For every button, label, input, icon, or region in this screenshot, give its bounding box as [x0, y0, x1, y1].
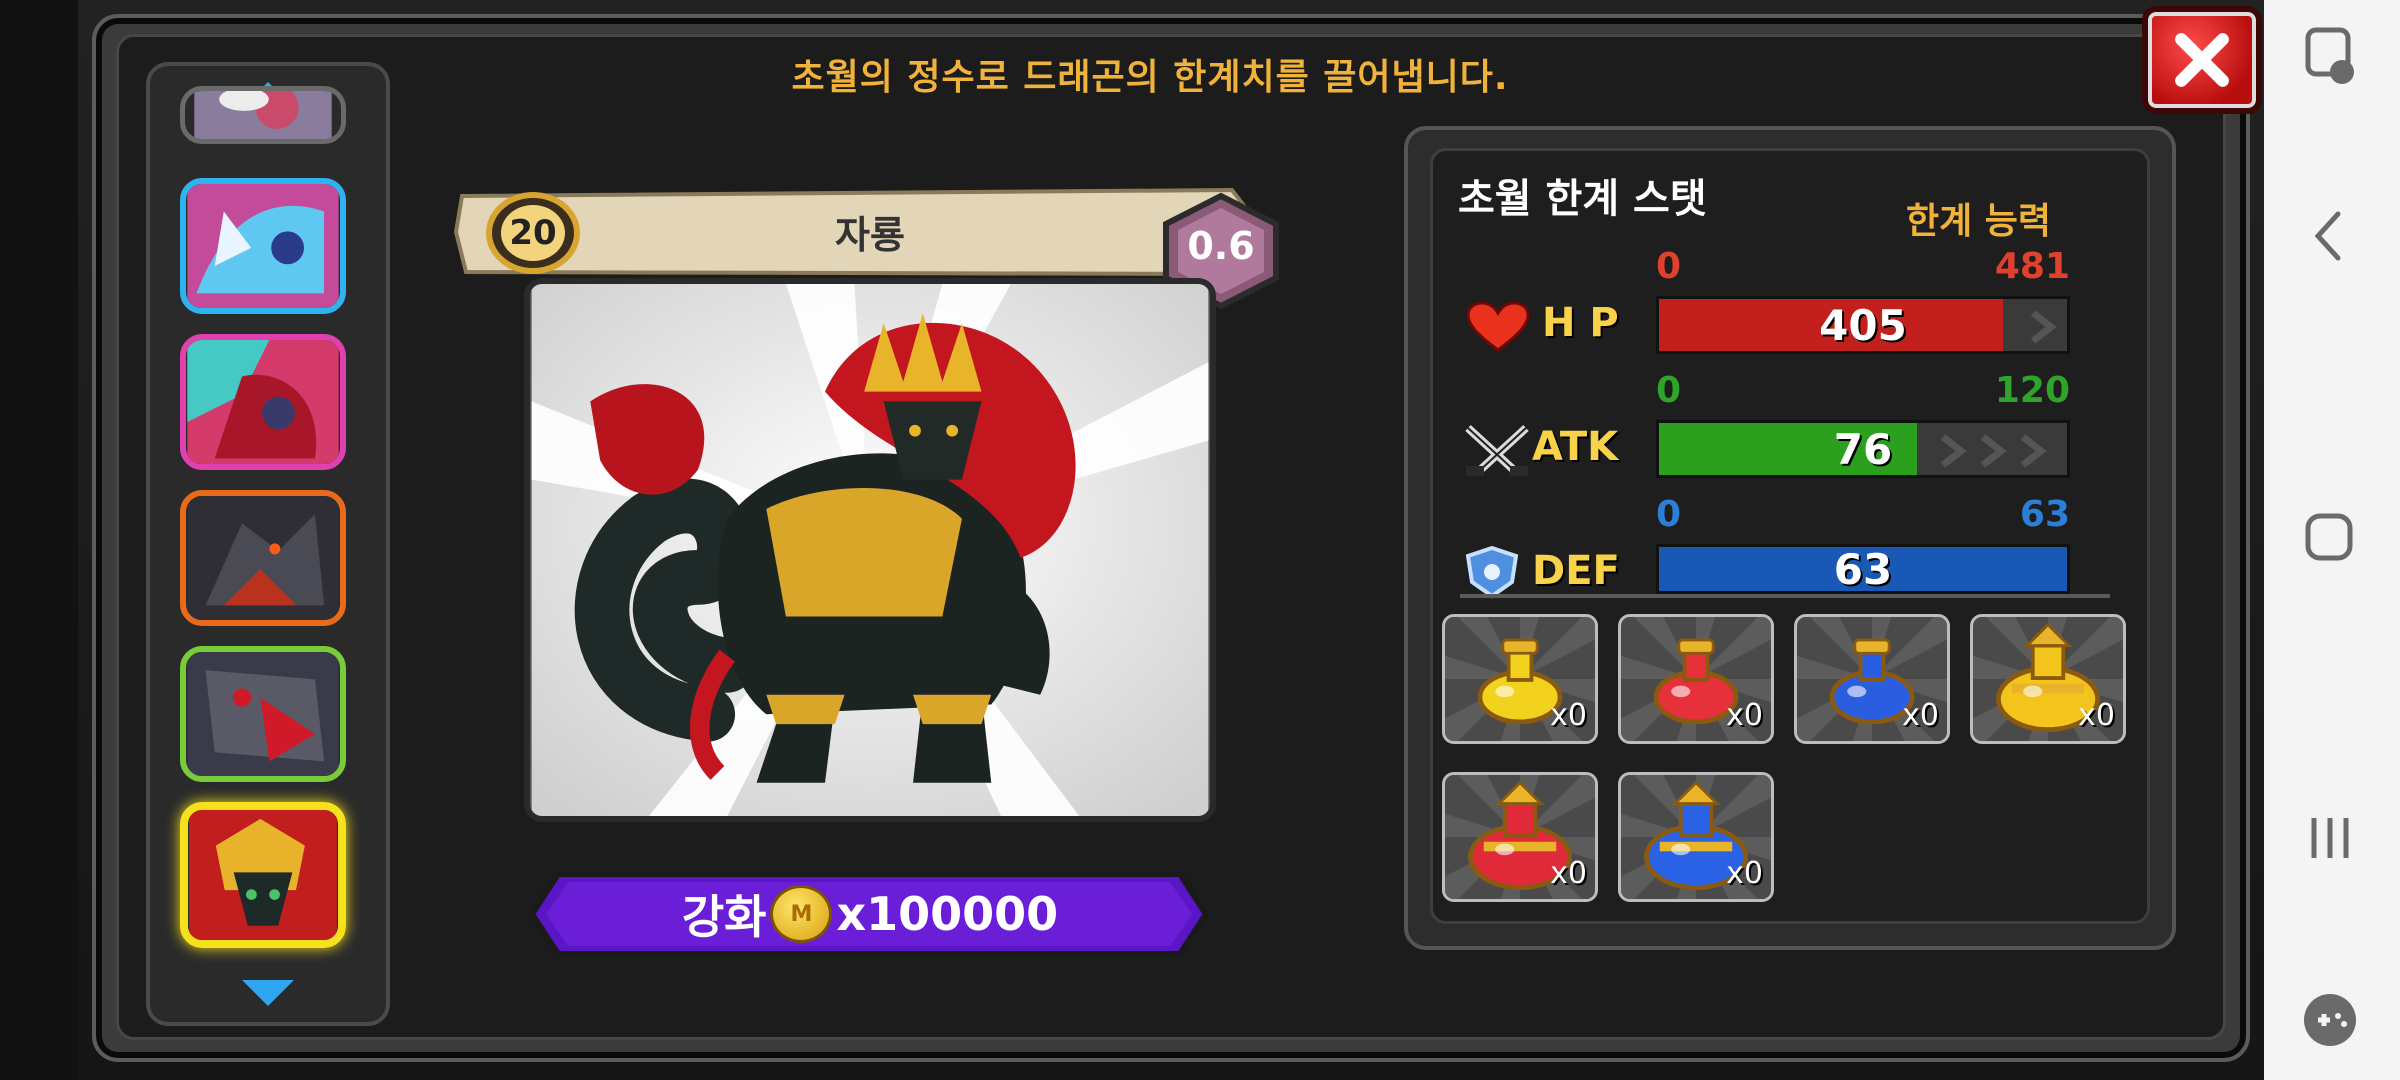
back-icon[interactable] — [2314, 211, 2341, 261]
upgrade-cost: x100000 — [836, 887, 1059, 941]
stat-bar-def: 63 — [1656, 544, 2070, 594]
stat-value-def: 63 — [1833, 544, 1893, 594]
item-count: x0 — [1902, 698, 1939, 733]
stat-label-def: DEF — [1532, 548, 1620, 594]
dragon-thumb-selected[interactable] — [180, 802, 346, 948]
dragon-portrait — [524, 278, 1216, 822]
scroll-down-arrow-icon[interactable] — [240, 978, 296, 1008]
stat-max-atk: 120 — [1994, 370, 2070, 411]
recent-apps-icon[interactable] — [2311, 818, 2349, 858]
stat-label-hp: H P — [1542, 300, 1619, 346]
stat-value-atk: 76 — [1833, 424, 1893, 474]
item-count: x0 — [1550, 698, 1587, 733]
stat-min-def: 0 — [1656, 494, 1682, 535]
stat-max-hp: 481 — [1994, 246, 2070, 287]
home-icon[interactable] — [2305, 513, 2353, 561]
stat-bar-atk: 76 — [1656, 420, 2070, 478]
system-nav-icons — [2304, 27, 2356, 1046]
close-icon — [2175, 33, 2229, 87]
item-slot-large-red-potion[interactable]: x0 — [1442, 772, 1598, 902]
shield-icon — [1465, 545, 1519, 599]
item-slot-red-potion[interactable]: x0 — [1618, 614, 1774, 744]
crossed-swords-icon — [1465, 425, 1529, 476]
item-count: x0 — [1550, 856, 1587, 891]
stats-divider — [1460, 594, 2110, 598]
stat-max-def: 63 — [2019, 494, 2070, 535]
item-slot-large-yellow-potion[interactable]: x0 — [1970, 614, 2126, 744]
item-slot-yellow-potion[interactable]: x0 — [1442, 614, 1598, 744]
stats-subtitle: 한계 능력 — [1906, 201, 2052, 242]
dragon-thumb-ice[interactable] — [180, 178, 346, 314]
dragon-name: 자룡 — [835, 213, 905, 257]
coin-symbol: M — [790, 901, 813, 927]
item-count: x0 — [2078, 698, 2115, 733]
stat-bar-hp: 405 — [1656, 296, 2070, 354]
close-button[interactable] — [2142, 6, 2262, 114]
dragon-thumb-dark[interactable] — [180, 490, 346, 626]
grade-value: 0.6 — [1187, 224, 1255, 268]
system-navigation-bar — [2264, 0, 2400, 1080]
level-text: 20 — [501, 205, 565, 261]
dragon-thumb-pink[interactable] — [180, 334, 346, 470]
dragon-roster[interactable] — [146, 62, 390, 1026]
dragon-illustration — [531, 284, 1209, 816]
stat-label-atk: ATK — [1532, 424, 1619, 470]
item-count: x0 — [1726, 698, 1763, 733]
dragon-thumb-rainbow[interactable] — [180, 646, 346, 782]
heart-icon — [1466, 302, 1530, 352]
game-screen: 초월의 정수로 드래곤의 한계치를 끌어냅니다. 20 자룡 0.6 강화 M … — [0, 0, 2264, 1080]
item-count: x0 — [1726, 856, 1763, 891]
coin-icon: M — [770, 885, 833, 943]
item-slot-large-blue-potion[interactable]: x0 — [1618, 772, 1774, 902]
screen-pin-icon[interactable] — [2305, 27, 2354, 84]
game-tools-icon[interactable] — [2304, 994, 2356, 1046]
stat-value-hp: 405 — [1819, 300, 1907, 350]
stat-min-hp: 0 — [1656, 246, 1682, 287]
dragon-thumb-partial[interactable] — [180, 86, 346, 144]
dialog-header-text: 초월의 정수로 드래곤의 한계치를 끌어냅니다. — [791, 57, 1509, 98]
level-badge: 20 — [486, 192, 580, 274]
stats-title: 초월 한계 스탯 — [1458, 176, 1707, 222]
upgrade-text: 강화 — [681, 890, 767, 944]
stat-min-atk: 0 — [1656, 370, 1682, 411]
upgrade-button-label[interactable]: 강화 M x100000 — [560, 876, 1180, 952]
item-slot-blue-potion[interactable]: x0 — [1794, 614, 1950, 744]
